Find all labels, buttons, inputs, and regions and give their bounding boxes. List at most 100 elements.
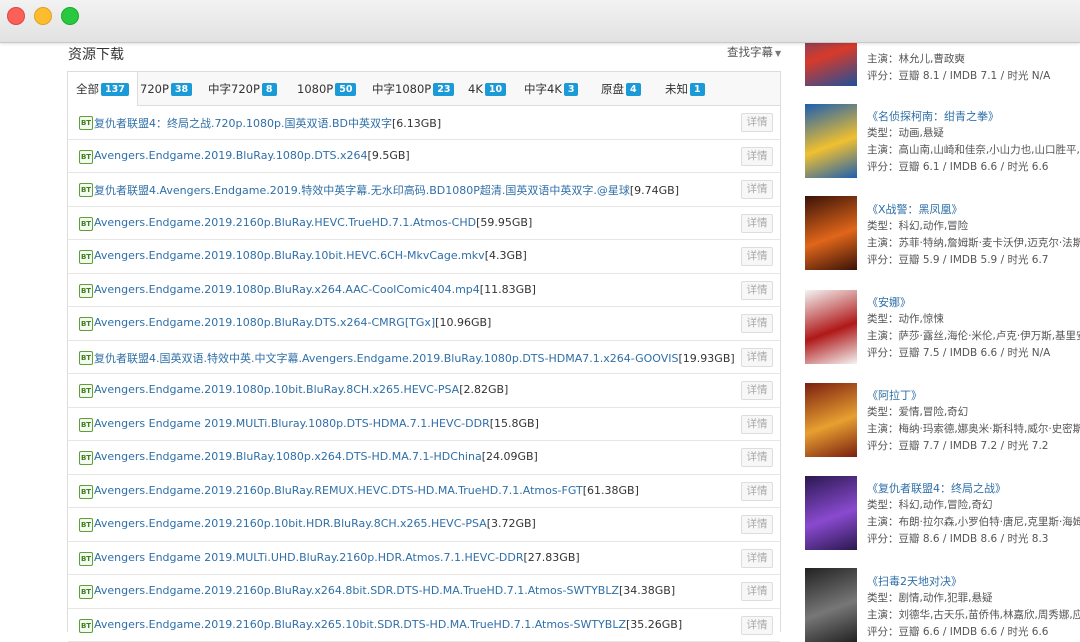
tab-4k[interactable]: 4K10 bbox=[468, 72, 506, 105]
resource-link[interactable]: Avengers.Endgame.2019.1080p.BluRay.DTS.x… bbox=[94, 316, 491, 329]
detail-button[interactable]: 详情 bbox=[741, 314, 773, 333]
movie-poster[interactable] bbox=[805, 476, 857, 550]
bt-file-icon: BT bbox=[79, 384, 93, 398]
resource-link[interactable]: Avengers.Endgame.2019.BluRay.1080p.DTS.x… bbox=[94, 149, 410, 162]
resource-size: [24.09GB] bbox=[482, 450, 538, 463]
detail-button[interactable]: 详情 bbox=[741, 415, 773, 434]
tab-count-badge: 8 bbox=[262, 83, 277, 96]
detail-button[interactable]: 详情 bbox=[741, 482, 773, 501]
movie-rating: 评分：豆瓣 7.5 / IMDB 6.6 / 时光 N/A bbox=[867, 345, 1080, 360]
resource-link[interactable]: Avengers.Endgame.2019.2160p.BluRay.HEVC.… bbox=[94, 216, 532, 229]
tab-1080p[interactable]: 1080P50 bbox=[297, 72, 356, 105]
movie-title[interactable]: 《名侦探柯南：绀青之拳》 bbox=[867, 108, 999, 124]
resource-size: [34.38GB] bbox=[619, 584, 675, 597]
detail-button[interactable]: 详情 bbox=[741, 113, 773, 132]
detail-button[interactable]: 详情 bbox=[741, 214, 773, 233]
resource-link[interactable]: Avengers.Endgame.2019.2160p.BluRay.REMUX… bbox=[94, 484, 639, 497]
movie-genre: 类型：爱情,冒险,奇幻 bbox=[867, 404, 1080, 419]
detail-button[interactable]: 详情 bbox=[741, 247, 773, 266]
resource-size: [61.38GB] bbox=[583, 484, 639, 497]
tab-all[interactable]: 全部137 bbox=[68, 72, 138, 106]
resource-name: Avengers.Endgame.2019.2160p.BluRay.HEVC.… bbox=[94, 216, 476, 229]
resource-link[interactable]: Avengers.Endgame.2019.1080p.BluRay.x264.… bbox=[94, 283, 536, 296]
movie-cast: 主演：梅纳·玛索德,娜奥米·斯科特,威尔·史密斯,... bbox=[867, 421, 1080, 436]
detail-button[interactable]: 详情 bbox=[741, 549, 773, 568]
resource-link[interactable]: Avengers.Endgame.2019.1080p.10bit.BluRay… bbox=[94, 383, 508, 396]
detail-button[interactable]: 详情 bbox=[741, 147, 773, 166]
resource-link[interactable]: Avengers Endgame 2019.MULTi.Bluray.1080p… bbox=[94, 417, 539, 430]
resource-link[interactable]: Avengers.Endgame.2019.1080p.BluRay.10bit… bbox=[94, 249, 527, 262]
bt-file-icon: BT bbox=[79, 451, 93, 465]
resource-name: 复仇者联盟4.国英双语.特效中英.中文字幕.Avengers.Endgame.2… bbox=[94, 352, 679, 365]
resource-row: BTAvengers.Endgame.2019.1080p.BluRay.x26… bbox=[68, 274, 780, 308]
movie-genre: 类型：动作,惊悚 bbox=[867, 311, 1080, 326]
tab-cn-720p[interactable]: 中字720P8 bbox=[208, 72, 277, 105]
resource-row: BTAvengers.Endgame.2019.2160p.BluRay.x26… bbox=[68, 609, 780, 642]
tab-label: 720P bbox=[140, 82, 169, 96]
find-subtitle-dropdown[interactable]: 查找字幕▼ bbox=[727, 44, 781, 60]
resource-tabs: 全部137 720P38 中字720P8 1080P50 中字1080P23 4… bbox=[68, 72, 780, 106]
resource-link[interactable]: 复仇者联盟4.Avengers.Endgame.2019.特效中英字幕.无水印高… bbox=[94, 182, 679, 198]
detail-button[interactable]: 详情 bbox=[741, 180, 773, 199]
resource-size: [6.13GB] bbox=[392, 117, 441, 130]
resource-row: BTAvengers.Endgame.2019.BluRay.1080p.DTS… bbox=[68, 140, 780, 174]
bt-file-icon: BT bbox=[79, 116, 93, 130]
movie-poster[interactable] bbox=[805, 104, 857, 178]
minimize-window-button[interactable] bbox=[34, 7, 52, 25]
resource-row: BTAvengers.Endgame.2019.1080p.10bit.BluR… bbox=[68, 374, 780, 408]
resource-link[interactable]: Avengers Endgame 2019.MULTi.UHD.BluRay.2… bbox=[94, 551, 580, 564]
movie-title[interactable]: 《扫毒2天地对决》 bbox=[867, 573, 962, 589]
tab-count-badge: 137 bbox=[101, 83, 129, 96]
resource-size: [11.83GB] bbox=[480, 283, 536, 296]
detail-button[interactable]: 详情 bbox=[741, 616, 773, 635]
movie-rating: 评分：豆瓣 6.6 / IMDB 6.6 / 时光 6.6 bbox=[867, 624, 1080, 639]
resource-row: BTAvengers.Endgame.2019.1080p.BluRay.10b… bbox=[68, 240, 780, 274]
tab-label: 中字4K bbox=[524, 82, 562, 96]
movie-poster[interactable] bbox=[805, 196, 857, 270]
resource-name: Avengers.Endgame.2019.2160p.BluRay.x264.… bbox=[94, 584, 619, 597]
resource-link[interactable]: 复仇者联盟4.国英双语.特效中英.中文字幕.Avengers.Endgame.2… bbox=[94, 350, 735, 366]
movie-poster[interactable] bbox=[805, 383, 857, 457]
find-subtitle-label: 查找字幕 bbox=[727, 45, 773, 59]
detail-button[interactable]: 详情 bbox=[741, 281, 773, 300]
resource-row: BT复仇者联盟4：终局之战.720p.1080p.国英双语.BD中英双字[6.1… bbox=[68, 106, 780, 140]
detail-button[interactable]: 详情 bbox=[741, 515, 773, 534]
movie-rating: 评分：豆瓣 8.6 / IMDB 8.6 / 时光 8.3 bbox=[867, 531, 1080, 546]
detail-button[interactable]: 详情 bbox=[741, 381, 773, 400]
detail-button[interactable]: 详情 bbox=[741, 582, 773, 601]
resource-link[interactable]: Avengers.Endgame.2019.2160p.BluRay.x265.… bbox=[94, 618, 682, 631]
bt-file-icon: BT bbox=[79, 585, 93, 599]
resource-name: Avengers.Endgame.2019.1080p.BluRay.x264.… bbox=[94, 283, 480, 296]
resource-link[interactable]: Avengers.Endgame.2019.2160p.BluRay.x264.… bbox=[94, 584, 675, 597]
movie-title[interactable]: 《阿拉丁》 bbox=[867, 387, 922, 403]
tab-cn-1080p[interactable]: 中字1080P23 bbox=[372, 72, 454, 105]
movie-title[interactable]: 《安娜》 bbox=[867, 294, 911, 310]
resource-link[interactable]: Avengers.Endgame.2019.BluRay.1080p.x264.… bbox=[94, 450, 538, 463]
resource-size: [4.3GB] bbox=[485, 249, 527, 262]
bt-file-icon: BT bbox=[79, 250, 93, 264]
resource-link[interactable]: 复仇者联盟4：终局之战.720p.1080p.国英双语.BD中英双字[6.13G… bbox=[94, 115, 441, 131]
close-window-button[interactable] bbox=[7, 7, 25, 25]
zoom-window-button[interactable] bbox=[61, 7, 79, 25]
resource-name: Avengers Endgame 2019.MULTi.UHD.BluRay.2… bbox=[94, 551, 524, 564]
tab-unknown[interactable]: 未知1 bbox=[665, 72, 705, 105]
resource-link[interactable]: Avengers.Endgame.2019.2160p.10bit.HDR.Bl… bbox=[94, 517, 536, 530]
movie-rating: 评分：豆瓣 8.1 / IMDB 7.1 / 时光 N/A bbox=[867, 68, 1080, 83]
detail-button[interactable]: 详情 bbox=[741, 448, 773, 467]
movie-genre: 类型：剧情,动作,犯罪,悬疑 bbox=[867, 590, 1080, 605]
tab-cn-4k[interactable]: 中字4K3 bbox=[524, 72, 578, 105]
resource-name: Avengers Endgame 2019.MULTi.Bluray.1080p… bbox=[94, 417, 490, 430]
movie-title[interactable]: 《复仇者联盟4：终局之战》 bbox=[867, 480, 1006, 496]
detail-button[interactable]: 详情 bbox=[741, 348, 773, 367]
resource-size: [9.74GB] bbox=[630, 184, 679, 197]
movie-poster[interactable] bbox=[805, 290, 857, 364]
resource-size: [2.82GB] bbox=[459, 383, 508, 396]
movie-title[interactable]: 《X战警：黑凤凰》 bbox=[867, 201, 963, 217]
movie-rating: 评分：豆瓣 7.7 / IMDB 7.2 / 时光 7.2 bbox=[867, 438, 1080, 453]
movie-poster[interactable] bbox=[805, 568, 857, 642]
bt-file-icon: BT bbox=[79, 317, 93, 331]
tab-720p[interactable]: 720P38 bbox=[140, 72, 192, 105]
tab-original-disc[interactable]: 原盘4 bbox=[601, 72, 641, 105]
movie-genre: 类型：动画,悬疑 bbox=[867, 125, 1080, 140]
resource-size: [15.8GB] bbox=[490, 417, 539, 430]
